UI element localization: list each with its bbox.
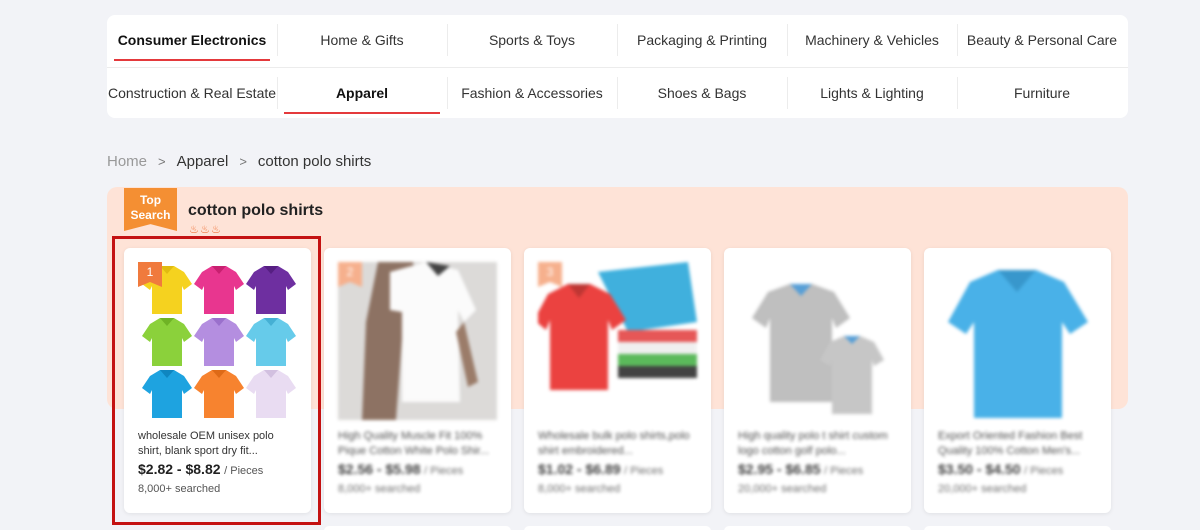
- badge-line-search: Search: [130, 208, 171, 222]
- price-range: $2.95 - $6.85: [738, 461, 821, 477]
- price-unit: / Pieces: [224, 465, 264, 477]
- category-furniture[interactable]: Furniture: [957, 68, 1127, 118]
- category-nav: Consumer Electronics Home & Gifts Sports…: [107, 15, 1128, 118]
- next-row-card: [524, 526, 711, 530]
- product-card[interactable]: 2 High Quality Muscle Fit 100% Pique Cot…: [324, 248, 511, 513]
- category-shoes-bags[interactable]: Shoes & Bags: [617, 68, 787, 118]
- product-name[interactable]: High quality polo t shirt custom logo co…: [738, 429, 898, 459]
- price-range: $2.56 - $5.98: [338, 461, 421, 477]
- category-row: Construction & Real Estate Apparel Fashi…: [107, 68, 1128, 118]
- price-unit: / Pieces: [1024, 465, 1064, 477]
- product-name[interactable]: Wholesale bulk polo shirts,polo shirt em…: [538, 429, 698, 459]
- product-card[interactable]: 1 wholesale OEM unisex polo shirt, blank…: [124, 248, 311, 513]
- price-range: $2.82 - $8.82: [138, 461, 221, 477]
- breadcrumb-current: cotton polo shirts: [257, 153, 372, 170]
- breadcrumb-separator: >: [158, 154, 166, 169]
- product-image[interactable]: 3: [538, 262, 697, 420]
- search-count: 8,000+ searched: [138, 483, 221, 495]
- badge-line-top: Top: [139, 193, 162, 207]
- product-price: $2.95 - $6.85 / Pieces: [738, 461, 863, 477]
- product-card[interactable]: High quality polo t shirt custom logo co…: [724, 248, 911, 513]
- category-apparel[interactable]: Apparel: [277, 68, 447, 118]
- breadcrumb-apparel[interactable]: Apparel: [177, 153, 229, 170]
- breadcrumb-separator: >: [239, 154, 247, 169]
- category-lights-lighting[interactable]: Lights & Lighting: [787, 68, 957, 118]
- blue-polo-image: [938, 262, 1097, 420]
- category-beauty-personal-care[interactable]: Beauty & Personal Care: [957, 15, 1127, 65]
- price-range: $3.50 - $4.50: [938, 461, 1021, 477]
- product-price: $3.50 - $4.50 / Pieces: [938, 461, 1063, 477]
- next-row-card: [724, 526, 911, 530]
- product-card[interactable]: Export Oriented Fashion Best Quality 100…: [924, 248, 1111, 513]
- product-image[interactable]: 1: [138, 262, 297, 420]
- next-row-card: [324, 526, 511, 530]
- product-name[interactable]: High Quality Muscle Fit 100% Pique Cotto…: [338, 429, 498, 459]
- search-count: 8,000+ searched: [538, 483, 621, 495]
- product-name[interactable]: Export Oriented Fashion Best Quality 100…: [938, 429, 1098, 459]
- top-search-title: cotton polo shirts: [188, 202, 324, 219]
- category-home-gifts[interactable]: Home & Gifts: [277, 15, 447, 65]
- search-count: 8,000+ searched: [338, 483, 421, 495]
- search-count: 20,000+ searched: [938, 483, 1027, 495]
- category-fashion-accessories[interactable]: Fashion & Accessories: [447, 68, 617, 118]
- product-price: $2.56 - $5.98 / Pieces: [338, 461, 463, 477]
- product-name[interactable]: wholesale OEM unisex polo shirt, blank s…: [138, 429, 298, 459]
- category-sports-toys[interactable]: Sports & Toys: [447, 15, 617, 65]
- price-unit: / Pieces: [624, 465, 664, 477]
- price-unit: / Pieces: [424, 465, 464, 477]
- flame-icon: ♨: [189, 224, 199, 236]
- product-image[interactable]: [738, 262, 897, 420]
- category-packaging-printing[interactable]: Packaging & Printing: [617, 15, 787, 65]
- product-card[interactable]: 3 Wholesale bulk polo shirts,polo shirt …: [524, 248, 711, 513]
- breadcrumb: Home > Apparel > cotton polo shirts: [107, 153, 371, 170]
- product-price: $1.02 - $6.89 / Pieces: [538, 461, 663, 477]
- grey-polo-pair-image: [738, 262, 897, 420]
- flame-icon: ♨: [200, 224, 210, 236]
- category-machinery-vehicles[interactable]: Machinery & Vehicles: [787, 15, 957, 65]
- product-price: $2.82 - $8.82 / Pieces: [138, 461, 263, 477]
- category-consumer-electronics[interactable]: Consumer Electronics: [107, 15, 277, 65]
- product-image[interactable]: 2: [338, 262, 497, 420]
- flame-icon: ♨: [211, 224, 221, 236]
- product-image[interactable]: [938, 262, 1097, 420]
- hot-flames: ♨ ♨ ♨: [189, 224, 221, 236]
- next-row-card: [924, 526, 1111, 530]
- search-count: 20,000+ searched: [738, 483, 827, 495]
- price-range: $1.02 - $6.89: [538, 461, 621, 477]
- price-unit: / Pieces: [824, 465, 864, 477]
- category-construction-real-estate[interactable]: Construction & Real Estate: [107, 68, 277, 118]
- category-row: Consumer Electronics Home & Gifts Sports…: [107, 15, 1128, 65]
- breadcrumb-home[interactable]: Home: [107, 153, 147, 170]
